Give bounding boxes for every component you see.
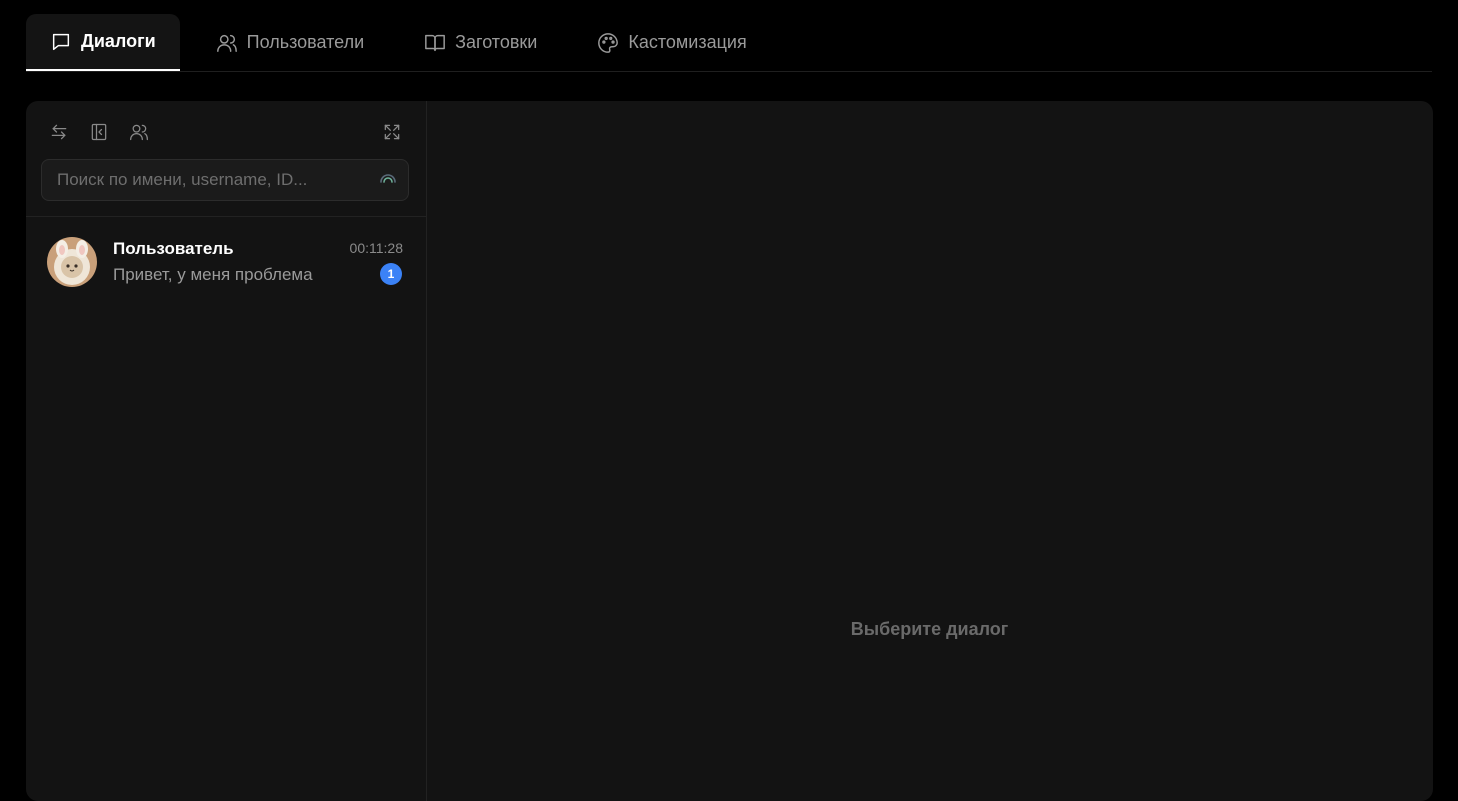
- book-icon: [425, 34, 446, 51]
- users-filter-button[interactable]: [127, 120, 151, 144]
- top-tabs: Диалоги Пользователи Заготовки Кастомиза…: [26, 14, 1432, 72]
- dialog-timestamp: 00:11:28: [349, 240, 403, 256]
- collapse-sidebar-icon: [91, 123, 107, 141]
- users-icon: [216, 34, 237, 52]
- tab-users-label: Пользователи: [246, 32, 365, 52]
- dialog-user-name: Пользователь: [113, 239, 234, 258]
- tab-customization[interactable]: Кастомизация: [573, 14, 770, 71]
- expand-icon: [384, 124, 400, 140]
- tab-customization-label: Кастомизация: [628, 32, 747, 52]
- dialogs-panel: Пользователь 00:11:28 Привет, у меня про…: [26, 101, 1433, 801]
- palette-icon: [598, 32, 619, 53]
- sidebar-toolbar: [26, 101, 426, 159]
- expand-button[interactable]: [380, 120, 404, 144]
- tab-users[interactable]: Пользователи: [192, 14, 388, 71]
- unread-count-badge: 1: [380, 263, 402, 285]
- tab-dialogs-label: Диалоги: [81, 31, 156, 51]
- tab-templates-label: Заготовки: [455, 32, 538, 52]
- search-input[interactable]: [42, 160, 372, 200]
- swap-arrows-icon: [51, 124, 67, 140]
- sidebar-divider: [26, 216, 426, 217]
- swap-button[interactable]: [47, 120, 71, 144]
- dialogs-sidebar: Пользователь 00:11:28 Привет, у меня про…: [26, 101, 427, 801]
- tab-dialogs[interactable]: Диалоги: [26, 14, 180, 71]
- collapse-sidebar-button[interactable]: [87, 120, 111, 144]
- search-box: [41, 159, 409, 201]
- empty-state-text: Выберите диалог: [850, 619, 1009, 639]
- dialog-list-item[interactable]: Пользователь 00:11:28 Привет, у меня про…: [26, 227, 426, 297]
- users-icon: [130, 124, 148, 141]
- avatar: [47, 237, 97, 287]
- tab-templates[interactable]: Заготовки: [400, 14, 561, 71]
- chat-bubble-icon: [52, 33, 70, 50]
- dialog-last-message: Привет, у меня проблема: [113, 265, 313, 284]
- loading-spinner-icon: [380, 174, 396, 183]
